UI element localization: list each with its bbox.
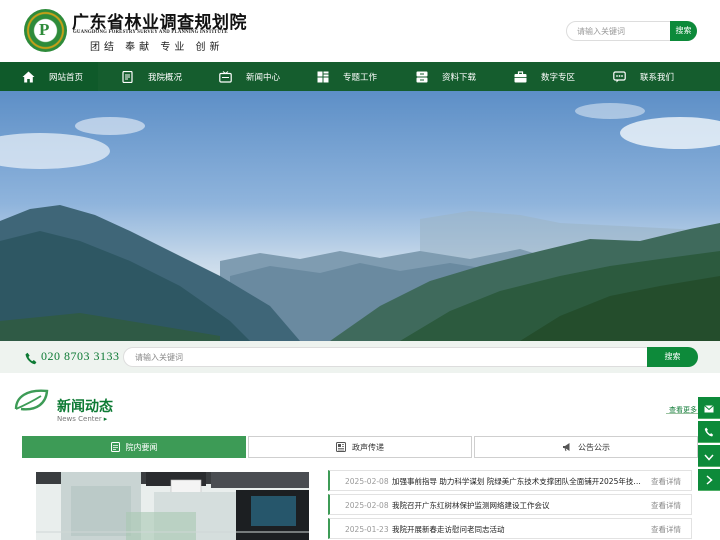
floating-toolbar [698,397,720,493]
page: 广东省林业调查规划院 GUANGDONG FORESTRY SURVEY AND… [0,0,720,540]
nav-label: 我院概况 [148,72,183,83]
nav-label: 资料下载 [442,72,477,83]
section-title: 新闻动态 [57,399,113,415]
mail-icon [704,398,714,417]
header-search-box: 搜索 [566,21,697,41]
news-title[interactable]: 我院召开广东红树林保护监测网络建设工作会议 [392,500,646,511]
chevron-down-icon [704,446,714,465]
tab-internal-news[interactable]: 院内要闻 [22,436,246,458]
nav-item-home[interactable]: 网站首页 [0,62,98,91]
site-search-input[interactable] [135,350,535,364]
grid-icon [316,71,329,83]
mountain-landscape-image [0,103,720,341]
nav-item-about[interactable]: 我院概况 [98,62,197,91]
tv-icon [219,70,232,83]
news-list: 2025-02-08 加强事前指导 助力科学谋划 院绿美广东技术支撑团队全面铺开… [328,470,692,540]
news-tabs: 院内要闻 政声传递 公告公示 [22,436,698,458]
news-title[interactable]: 加强事前指导 助力科学谋划 院绿美广东技术支撑团队全面铺开2025年技术指导工作 [392,476,646,487]
news-title[interactable]: 我院开展新春走访慰问老同志活动 [392,524,646,535]
newspaper-icon [336,442,346,452]
nav-label: 专题工作 [343,72,378,83]
news-photo[interactable] [36,472,309,540]
news-date: 2025-01-23 [345,525,389,534]
tab-label: 公告公示 [578,442,610,452]
nav-label: 数字专区 [541,72,576,83]
site-motto: 团结 奉献 专业 创新 [90,42,224,53]
phone-icon [704,422,714,441]
phone-icon [25,350,37,369]
header-search-button[interactable]: 搜索 [670,21,697,41]
news-date: 2025-02-08 [345,477,389,486]
main-nav: 网站首页 我院概况 新闻中心 专题工作 资料下载 数字专区 联系我们 [0,62,720,91]
nav-label: 新闻中心 [246,72,281,83]
office-interior-image [36,472,309,540]
caret-right-icon: ▸ [103,415,108,423]
news-item[interactable]: 2025-02-08 我院召开广东红树林保护监测网络建设工作会议 查看详情 [328,494,692,515]
nav-item-topics[interactable]: 专题工作 [294,62,393,91]
section-subtitle: News Center ▸ [57,415,107,423]
header-search-input[interactable] [577,24,667,38]
document-icon [110,442,120,452]
document-icon [121,70,134,83]
tab-policy-news[interactable]: 政声传递 [248,436,472,458]
side-scroll-down-button[interactable] [698,445,720,467]
hero-banner [0,91,720,341]
site-search-button[interactable]: 搜索 [647,347,698,367]
tab-announcements[interactable]: 公告公示 [474,436,698,458]
side-mail-button[interactable] [698,397,720,419]
news-detail-link[interactable]: 查看详情 [651,524,681,535]
news-item[interactable]: 2025-01-23 我院开展新春走访慰问老同志活动 查看详情 [328,518,692,539]
nav-item-contact[interactable]: 联系我们 [591,62,720,91]
site-search-box: 搜索 [123,347,698,367]
tab-label: 政声传递 [352,442,384,452]
contact-search-strip: 020 8703 3133 搜索 [0,341,720,373]
news-item[interactable]: 2025-02-08 加强事前指导 助力科学谋划 院绿美广东技术支撑团队全面铺开… [328,470,692,491]
nav-item-digital[interactable]: 数字专区 [492,62,591,91]
home-icon [22,71,35,83]
briefcase-icon [514,70,527,83]
chat-icon [613,70,626,83]
nav-item-downloads[interactable]: 资料下载 [393,62,492,91]
view-more-underline [666,413,698,414]
contact-phone: 020 8703 3133 [41,349,120,363]
section-subtitle-text: News Center [57,415,102,423]
nav-item-news[interactable]: 新闻中心 [197,62,294,91]
side-phone-button[interactable] [698,421,720,443]
leaf-icon [13,387,51,417]
news-detail-link[interactable]: 查看详情 [651,500,681,511]
download-box-icon [415,71,428,83]
news-detail-link[interactable]: 查看详情 [651,476,681,487]
header: 广东省林业调查规划院 GUANGDONG FORESTRY SURVEY AND… [0,0,720,62]
site-title-english: GUANGDONG FORESTRY SURVEY AND PLANNING I… [73,30,228,35]
news-date: 2025-02-08 [345,501,389,510]
tab-label: 院内要闻 [125,442,158,452]
nav-label: 联系我们 [640,72,675,83]
institute-logo[interactable] [24,9,67,52]
nav-label: 网站首页 [49,72,84,83]
chevron-right-icon [706,470,713,489]
megaphone-icon [562,442,572,452]
side-expand-button[interactable] [698,469,720,491]
